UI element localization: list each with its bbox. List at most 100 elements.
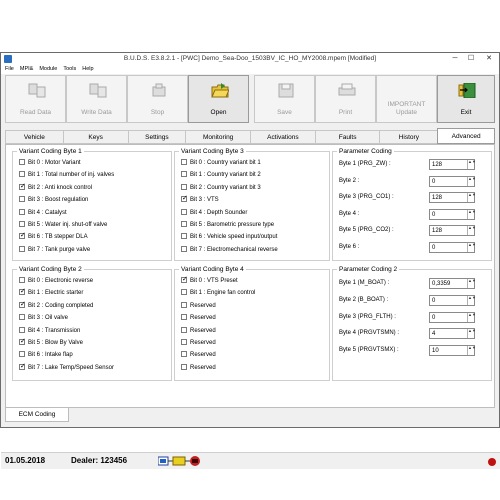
checkbox[interactable] bbox=[19, 245, 25, 252]
checkbox-row[interactable]: Bit 7 : Tank purge valve bbox=[19, 245, 90, 255]
parameter-value[interactable]: 128 bbox=[432, 194, 442, 202]
checkbox-row[interactable]: Bit 1 : Engine fan control bbox=[181, 289, 255, 298]
spin-arrows-icon[interactable]: ▲▼ bbox=[467, 242, 476, 252]
checkbox-row[interactable]: Bit 4 : Depth Sounder bbox=[181, 208, 247, 218]
checkbox-row[interactable]: Bit 6 : Intake flap bbox=[19, 351, 73, 360]
checkbox-row[interactable]: Bit 5 : Blow By Valve bbox=[19, 337, 83, 348]
read-data-button[interactable]: Read Data bbox=[5, 75, 66, 123]
checkbox[interactable] bbox=[19, 314, 25, 321]
parameter-value[interactable]: 4 bbox=[432, 330, 435, 338]
checkbox-row[interactable]: Bit 2 : Country variant bit 3 bbox=[181, 183, 261, 193]
spin-arrows-icon[interactable]: ▲▼ bbox=[467, 159, 476, 169]
checkbox-row[interactable]: Bit 1 : Electric starter bbox=[19, 287, 83, 298]
parameter-value[interactable]: 0 bbox=[432, 244, 435, 252]
checkbox[interactable] bbox=[19, 231, 26, 240]
parameter-spinbox[interactable]: 128 ▲▼ bbox=[429, 192, 476, 203]
parameter-spinbox[interactable]: 4 ▲▼ bbox=[429, 328, 476, 340]
checkbox[interactable] bbox=[19, 182, 26, 191]
checkbox[interactable] bbox=[181, 326, 187, 333]
checkbox[interactable] bbox=[181, 183, 187, 190]
spin-arrows-icon[interactable]: ▲▼ bbox=[467, 312, 476, 322]
checkbox-row[interactable]: Bit 1 : Country variant bit 2 bbox=[181, 171, 261, 180]
checkbox[interactable] bbox=[181, 289, 187, 296]
parameter-spinbox[interactable]: 0 ▲▼ bbox=[429, 241, 476, 253]
tab-keys[interactable]: Keys bbox=[62, 130, 128, 144]
checkbox-row[interactable]: Bit 4 : Transmission bbox=[19, 326, 80, 336]
parameter-spinbox[interactable]: 128 ▲▼ bbox=[429, 159, 476, 170]
checkbox[interactable] bbox=[19, 362, 26, 371]
spin-arrows-icon[interactable]: ▲▼ bbox=[467, 225, 476, 235]
parameter-value[interactable]: 128 bbox=[432, 161, 442, 169]
spin-arrows-icon[interactable]: ▲▼ bbox=[467, 176, 476, 186]
checkbox[interactable] bbox=[19, 277, 25, 283]
checkbox-row[interactable]: Reserved bbox=[181, 301, 216, 311]
parameter-spinbox[interactable]: 0 ▲▼ bbox=[429, 208, 476, 220]
open-button[interactable]: Open bbox=[188, 75, 249, 123]
parameter-spinbox[interactable]: 0 ▲▼ bbox=[429, 311, 476, 323]
checkbox-row[interactable]: Bit 7 : Electromechanical reverse bbox=[181, 245, 278, 255]
checkbox[interactable] bbox=[19, 171, 25, 178]
close-button[interactable]: ✕ bbox=[479, 53, 499, 65]
parameter-value[interactable]: 0 bbox=[432, 211, 435, 219]
menu-module[interactable]: Module bbox=[39, 65, 57, 74]
checkbox-row[interactable]: Bit 3 : Boost regulation bbox=[19, 196, 88, 205]
checkbox[interactable] bbox=[19, 208, 25, 215]
checkbox-row[interactable]: Bit 1 : Total number of inj. valves bbox=[19, 171, 114, 180]
checkbox[interactable] bbox=[181, 351, 187, 358]
checkbox-row[interactable]: Reserved bbox=[181, 314, 216, 323]
checkbox[interactable] bbox=[181, 194, 188, 203]
checkbox-row[interactable]: Reserved bbox=[181, 363, 216, 373]
tab-vehicle[interactable]: Vehicle bbox=[5, 130, 63, 144]
parameter-spinbox[interactable]: 0 ▲▼ bbox=[429, 294, 476, 306]
maximize-button[interactable]: ☐ bbox=[463, 53, 479, 65]
menu-help[interactable]: Help bbox=[82, 65, 93, 74]
checkbox[interactable] bbox=[181, 314, 187, 321]
checkbox-row[interactable]: Bit 0 : Country variant bit 1 bbox=[181, 159, 261, 168]
checkbox-row[interactable]: Bit 3 : Oil valve bbox=[19, 314, 68, 323]
checkbox-row[interactable]: Reserved bbox=[181, 351, 216, 360]
checkbox[interactable] bbox=[181, 208, 187, 215]
checkbox[interactable] bbox=[181, 301, 187, 308]
tab-history[interactable]: History bbox=[379, 130, 438, 144]
checkbox-row[interactable]: Reserved bbox=[181, 339, 216, 348]
checkbox[interactable] bbox=[19, 300, 26, 309]
checkbox-row[interactable]: Bit 5 : Water inj. shut-off valve bbox=[19, 221, 107, 230]
parameter-value[interactable]: 10 bbox=[432, 347, 439, 355]
checkbox-row[interactable]: Bit 0 : Motor Variant bbox=[19, 159, 81, 168]
minimize-button[interactable]: ─ bbox=[447, 53, 463, 65]
checkbox[interactable] bbox=[19, 159, 25, 165]
checkbox[interactable] bbox=[19, 221, 25, 227]
spin-arrows-icon[interactable]: ▲▼ bbox=[467, 209, 476, 219]
checkbox-row[interactable]: Bit 6 : Vehicle speed input/output bbox=[181, 233, 277, 242]
spin-arrows-icon[interactable]: ▲▼ bbox=[467, 192, 476, 202]
menu-mpi[interactable]: MPI& bbox=[20, 65, 33, 74]
parameter-value[interactable]: 0,3359 bbox=[432, 280, 450, 288]
stop-button[interactable]: Stop bbox=[127, 75, 188, 123]
checkbox-row[interactable]: Bit 4 : Catalyst bbox=[19, 208, 67, 218]
checkbox[interactable] bbox=[19, 326, 25, 333]
checkbox-row[interactable]: Bit 2 : Coding completed bbox=[19, 300, 93, 311]
spin-arrows-icon[interactable]: ▲▼ bbox=[467, 329, 476, 339]
checkbox[interactable] bbox=[181, 275, 188, 284]
parameter-spinbox[interactable]: 0 ▲▼ bbox=[429, 175, 476, 187]
checkbox-row[interactable]: Bit 7 : Lake Temp/Speed Sensor bbox=[19, 362, 114, 373]
parameter-value[interactable]: 0 bbox=[432, 297, 435, 305]
parameter-value[interactable]: 128 bbox=[432, 227, 442, 235]
tab-activations[interactable]: Activations bbox=[250, 130, 315, 144]
checkbox[interactable] bbox=[181, 245, 187, 252]
important-update-button[interactable]: IMPORTANT Update bbox=[376, 75, 437, 123]
checkbox-row[interactable]: Reserved bbox=[181, 326, 216, 336]
parameter-spinbox[interactable]: 10 ▲▼ bbox=[429, 345, 476, 357]
tab-faults[interactable]: Faults bbox=[314, 130, 380, 144]
spin-arrows-icon[interactable]: ▲▼ bbox=[467, 278, 476, 288]
checkbox[interactable] bbox=[19, 337, 26, 346]
tab-ecm-coding[interactable]: ECM Coding bbox=[5, 408, 69, 422]
tab-settings[interactable]: Settings bbox=[127, 130, 186, 144]
checkbox[interactable] bbox=[181, 339, 187, 345]
checkbox-row[interactable]: Bit 6 : TB stepper DLA bbox=[19, 231, 88, 242]
menu-file[interactable]: File bbox=[5, 65, 14, 74]
parameter-spinbox[interactable]: 128 ▲▼ bbox=[429, 225, 476, 236]
checkbox-row[interactable]: Bit 0 : VTS Preset bbox=[181, 275, 238, 286]
checkbox[interactable] bbox=[181, 159, 187, 165]
write-data-button[interactable]: Write Data bbox=[66, 75, 127, 123]
